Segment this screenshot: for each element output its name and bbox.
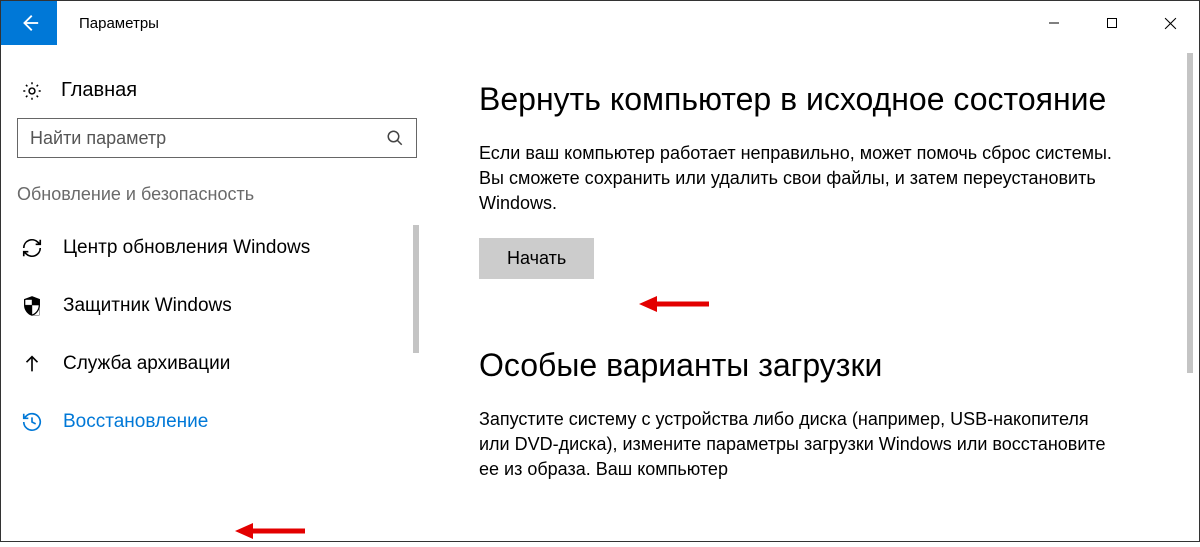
sidebar-item-label: Защитник Windows [63, 295, 232, 317]
annotation-arrow [235, 520, 307, 542]
sidebar-home[interactable]: Главная [17, 73, 419, 118]
sidebar-home-label: Главная [61, 79, 137, 102]
main-scrollbar[interactable] [1187, 53, 1193, 373]
main-panel: Вернуть компьютер в исходное состояние Е… [419, 45, 1199, 541]
gear-icon [21, 80, 43, 102]
back-button[interactable] [1, 1, 57, 45]
search-icon [386, 129, 404, 147]
close-button[interactable] [1141, 1, 1199, 45]
sidebar-item-label: Служба архивации [63, 353, 230, 375]
arrow-left-icon [18, 12, 40, 34]
sync-icon [21, 237, 43, 259]
window-controls [1025, 1, 1199, 45]
sidebar-item-label: Восстановление [63, 411, 208, 433]
reset-description: Если ваш компьютер работает неправильно,… [479, 141, 1119, 217]
sidebar-item-backup[interactable]: Служба архивации [17, 335, 401, 393]
minimize-button[interactable] [1025, 1, 1083, 45]
titlebar: Параметры [1, 1, 1199, 45]
shield-icon [21, 295, 43, 317]
reset-start-button[interactable]: Начать [479, 238, 594, 279]
sidebar-category: Обновление и безопасность [17, 184, 419, 219]
sidebar-item-defender[interactable]: Защитник Windows [17, 277, 401, 335]
sidebar-item-label: Центр обновления Windows [63, 237, 310, 259]
maximize-icon [1106, 17, 1118, 29]
upload-icon [21, 353, 43, 375]
advanced-heading: Особые варианты загрузки [479, 345, 1163, 387]
sidebar: Главная Обновление и безопасность [1, 45, 419, 541]
search-box[interactable] [17, 118, 417, 158]
reset-heading: Вернуть компьютер в исходное состояние [479, 79, 1163, 121]
sidebar-item-recovery[interactable]: Восстановление [17, 393, 401, 451]
close-icon [1164, 17, 1177, 30]
app-title: Параметры [57, 1, 159, 45]
search-input[interactable] [30, 128, 386, 149]
advanced-description: Запустите систему с устройства либо диск… [479, 407, 1119, 483]
history-icon [21, 411, 43, 433]
annotation-arrow [639, 293, 711, 315]
sidebar-scroll-area: Центр обновления Windows Защитник Window… [17, 219, 419, 451]
maximize-button[interactable] [1083, 1, 1141, 45]
sidebar-item-update[interactable]: Центр обновления Windows [17, 219, 401, 277]
minimize-icon [1048, 17, 1060, 29]
